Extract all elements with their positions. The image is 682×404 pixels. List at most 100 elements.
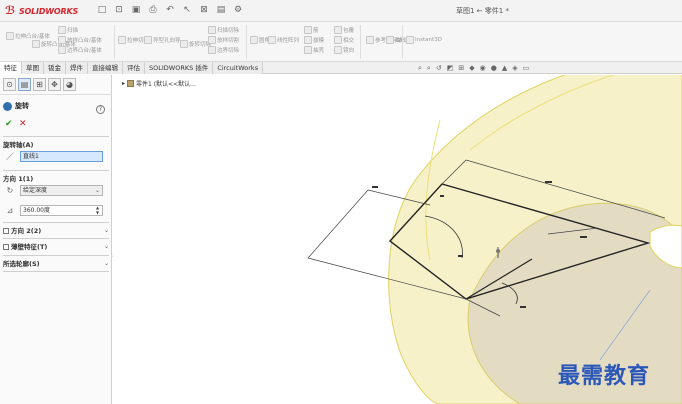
sweep-icon [58,26,66,34]
direction2-checkbox[interactable] [3,228,9,234]
hide-show-items-icon[interactable]: ◉ [480,64,486,73]
draft-button[interactable]: 拔模 [304,36,324,44]
instant3d-button[interactable]: Instant3D [406,36,442,44]
thin-feature-checkbox[interactable] [3,244,9,250]
feature-tree-flyout[interactable]: ▸ 零件1 (默认<<默认... [122,79,196,88]
rebuild-icon[interactable]: ⊠ [198,5,210,15]
select-icon[interactable]: ↖ [181,5,193,15]
dimxpert-icon[interactable]: ✥ [48,78,61,91]
tab-addins[interactable]: SOLIDWORKS 插件 [145,62,214,74]
view-settings-icon[interactable]: ◈ [512,64,517,73]
graphics-area[interactable] [113,75,682,404]
sweep-button[interactable]: 扫描 [58,26,78,34]
section-divider [3,238,109,239]
section-view-icon[interactable]: ◩ [447,64,454,73]
reverse-direction-icon[interactable]: ↻ [5,186,15,196]
open-icon[interactable]: ⊡ [113,5,125,15]
thin-feature-section[interactable]: 薄壁特征(T) ⌄ [3,241,109,251]
swept-cut-button[interactable]: 扫描切除 [208,26,239,34]
tab-circuitworks[interactable]: CircuitWorks [213,62,264,74]
property-manager-icon[interactable]: ▤ [18,78,31,91]
origin-marker [496,249,500,253]
angle-spinner-icon[interactable]: ▲ ▼ [94,205,101,215]
configuration-manager-icon[interactable]: ⊞ [33,78,46,91]
expand-arrow-icon[interactable]: ▸ [122,80,125,87]
print-icon[interactable]: ⎙ [147,5,159,15]
end-condition-value: 给定深度 [23,187,48,194]
dimension-marker [545,181,552,183]
revolve-cut-button[interactable]: 旋转切除 [180,40,211,48]
tab-sheet-metal[interactable]: 钣金 [44,62,66,74]
wrap-button[interactable]: 包覆 [334,26,354,34]
end-condition-dropdown[interactable]: 给定深度 ⌄ [20,185,103,196]
chevron-down-icon: ⌄ [94,187,100,194]
selected-contours-section[interactable]: 所选轮廓(S) ⌄ [3,258,109,269]
rib-button[interactable]: 筋 [304,26,319,34]
undo-icon[interactable]: ↶ [164,5,176,15]
property-manager-panel: ⊙ ▤ ⊞ ✥ ◕ 旋转 ? ✔ ✕ 旋转轴(A) ／ 直线1 方向 1(1) … [0,75,112,404]
curves-icon [386,36,394,44]
help-icon[interactable]: ? [96,105,105,114]
extrude-boss-icon [6,32,14,40]
fillet-button[interactable]: 圆角 [250,36,270,44]
dimension-marker [440,195,444,197]
tab-sketch[interactable]: 草图 [22,62,44,74]
intersect-button[interactable]: 相交 [334,36,354,44]
feature-manager-icon[interactable]: ⊙ [3,78,16,91]
chevron-down-icon[interactable]: ⌄ [104,227,109,234]
zoom-to-fit-icon[interactable]: ⌕ [418,64,422,73]
chevron-down-icon[interactable]: ⌄ [104,243,109,250]
tab-features[interactable]: 特征 [0,62,22,74]
section-divider [3,271,109,272]
ok-button[interactable]: ✔ [5,119,13,129]
solidworks-logo[interactable]: ℬ SOLIDWORKS [5,3,78,19]
lofted-cut-button[interactable]: 放样切割 [208,36,239,44]
quick-access-toolbar: □ ⊡ ▣ ⎙ ↶ ↖ ⊠ ▤ ⚙ [96,5,244,15]
previous-view-icon[interactable]: ↺ [436,64,442,73]
part-icon [127,80,135,87]
ribbon-separator [114,25,115,59]
new-icon[interactable]: □ [96,5,108,15]
mirror-button[interactable]: 镜向 [334,46,354,54]
axis-of-revolution-section[interactable]: 旋转轴(A) [3,139,109,149]
display-manager-icon[interactable]: ◕ [63,78,76,91]
dimension-marker [520,306,526,308]
axis-section-label: 旋转轴(A) [3,141,34,149]
section-divider [3,222,109,223]
apply-scene-icon[interactable]: ▲ [502,64,507,73]
property-manager-title: 旋转 [15,102,29,110]
direction2-section[interactable]: 方向 2(2) ⌄ [3,225,109,235]
display-style-icon[interactable]: ◆ [469,64,474,73]
tab-evaluate[interactable]: 评估 [123,62,145,74]
direction1-section[interactable]: 方向 1(1) [3,173,109,183]
boundary-cut-button[interactable]: 边界切除 [208,46,239,54]
boundary-boss-icon [58,46,66,54]
edit-appearance-icon[interactable]: ● [491,64,497,73]
zoom-to-area-icon[interactable]: ⌕ [427,64,431,73]
intersect-icon [334,36,342,44]
ribbon-separator [246,25,247,59]
manager-tabs: ⊙ ▤ ⊞ ✥ ◕ [0,75,112,95]
curves-button[interactable]: 曲线 [386,36,406,44]
hole-wizard-button[interactable]: 异型孔向导 [144,36,181,44]
view-orientation-icon[interactable]: ⊞ [458,64,464,73]
document-title: 草图1 ← 零件1 * [456,7,509,15]
tab-direct-editing[interactable]: 直接编辑 [88,62,123,74]
fillet-icon [250,36,258,44]
part-name: 零件1 (默认<<默认... [136,81,196,88]
linear-pattern-button[interactable]: 线性阵列 [268,36,299,44]
tab-weldments[interactable]: 焊件 [66,62,88,74]
chevron-down-icon[interactable]: ⌄ [104,260,109,267]
boundary-boss-button[interactable]: 边界凸台/基体 [58,46,102,54]
monitor-icon[interactable]: ▭ [523,64,530,73]
shell-button[interactable]: 抽壳 [304,46,324,54]
loft-boss-button[interactable]: 放样凸台/基体 [58,36,102,44]
options-gear-icon[interactable]: ⚙ [232,5,244,15]
cancel-button[interactable]: ✕ [19,119,27,129]
file-properties-icon[interactable]: ▤ [215,5,227,15]
extrude-boss-button[interactable]: 拉伸凸台/基体 [6,32,50,40]
angle-input[interactable]: 360.00度 ▲ ▼ [20,205,103,216]
axis-selection-field[interactable]: 直线1 [20,151,103,162]
extrude-cut-icon [118,36,126,44]
save-icon[interactable]: ▣ [130,5,142,15]
